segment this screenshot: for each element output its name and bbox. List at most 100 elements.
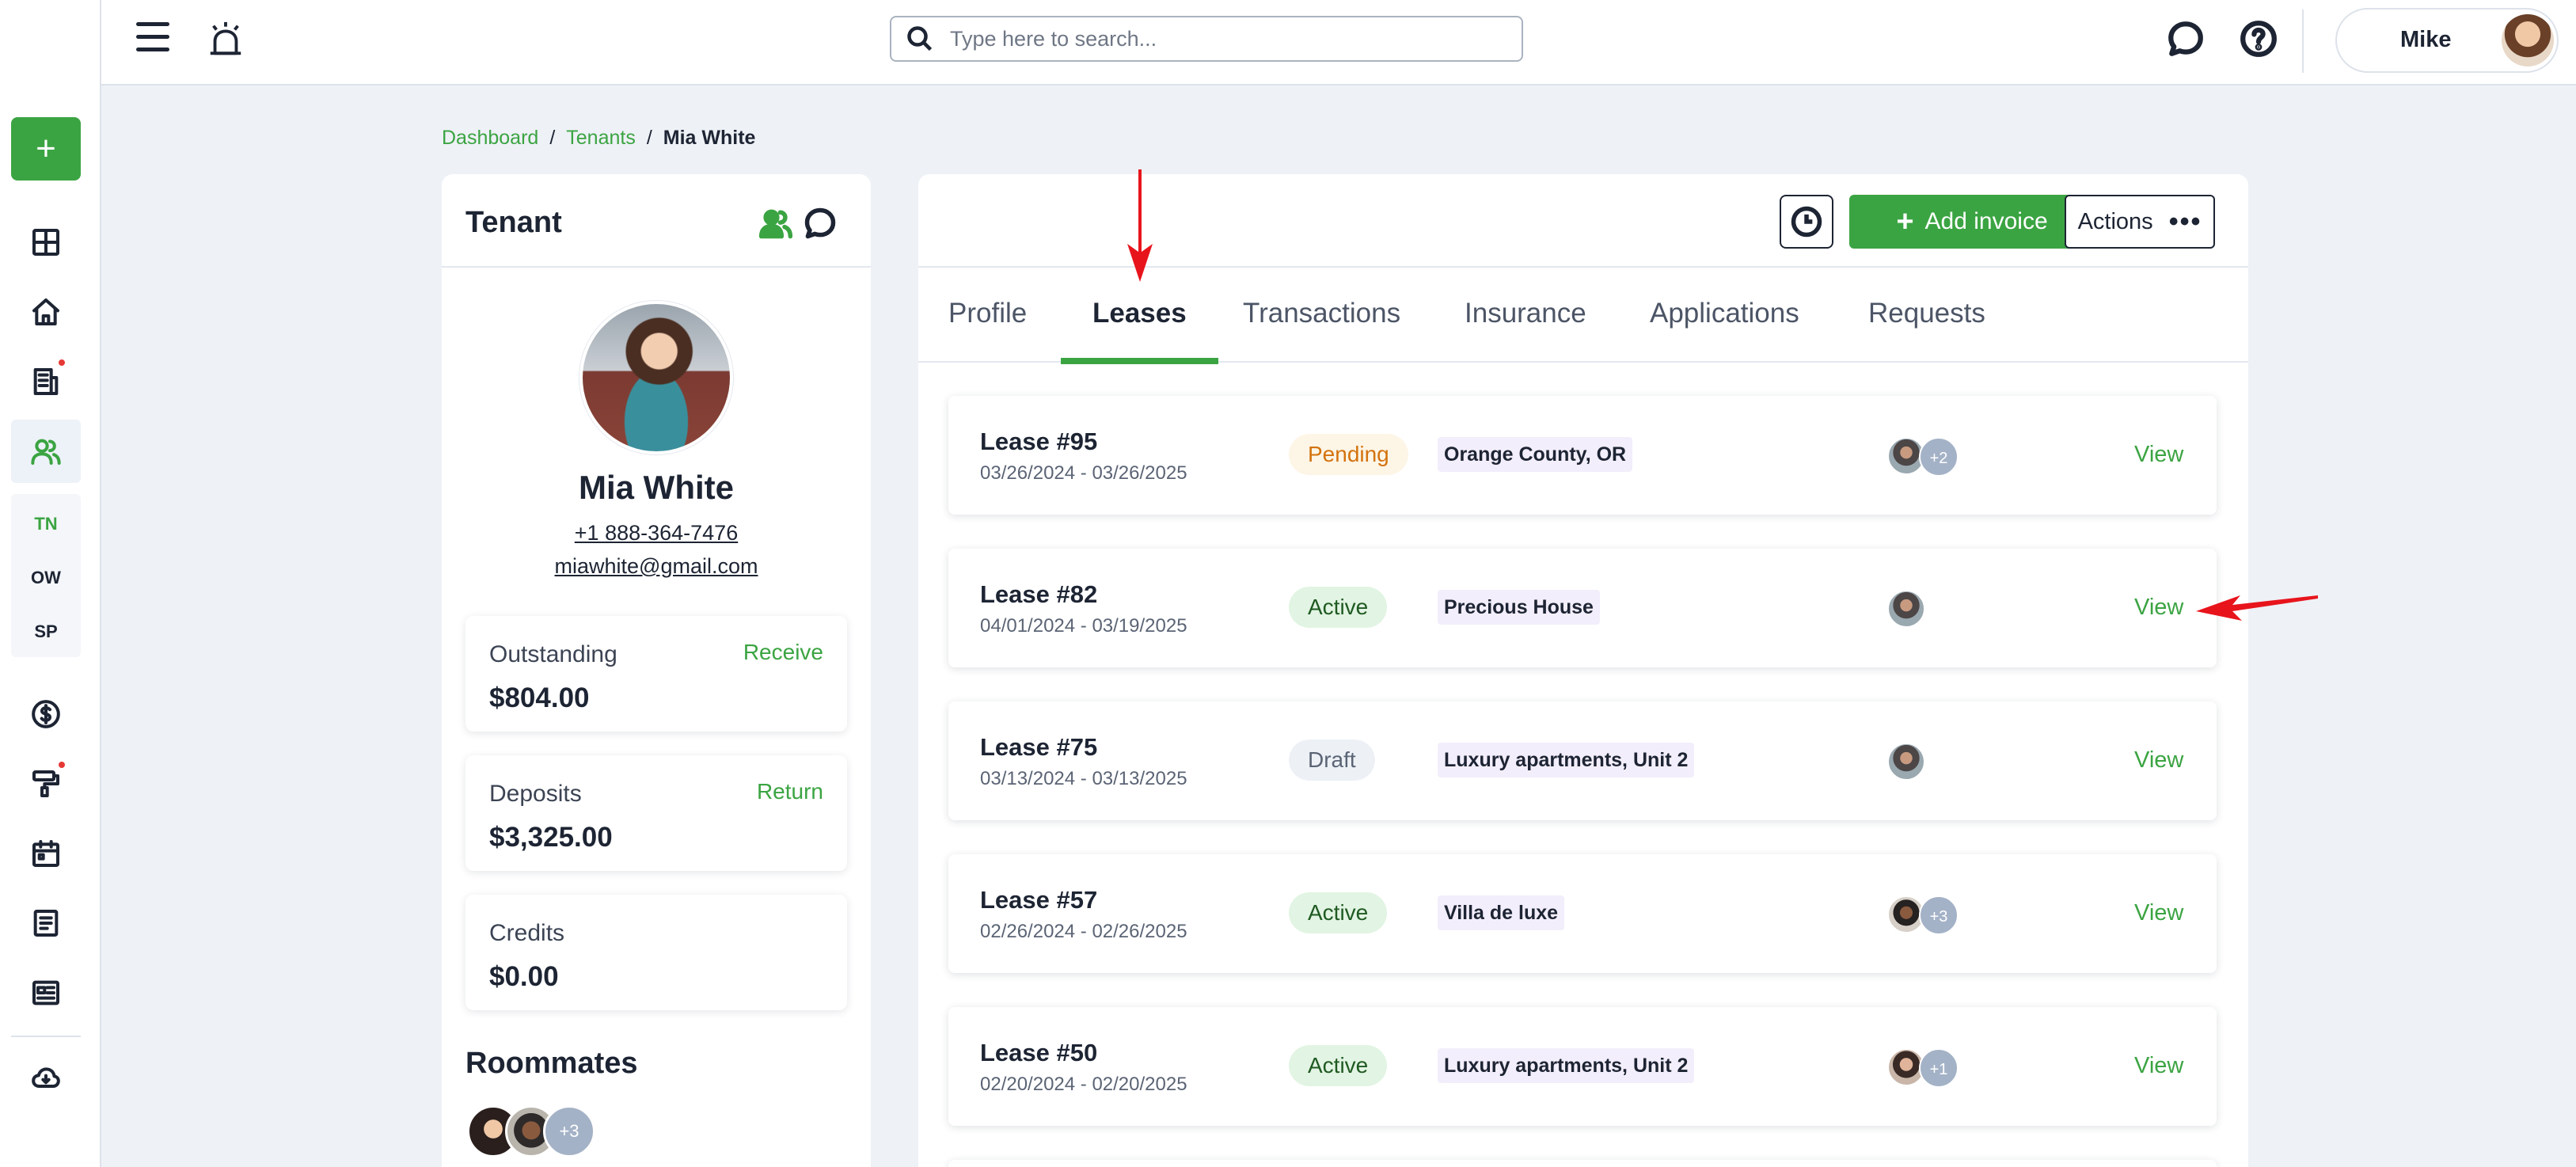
status-badge: Active — [1289, 587, 1388, 628]
messages-button[interactable] — [2166, 19, 2206, 59]
tenant-people-button[interactable] — [758, 206, 793, 241]
status-badge: Active — [1289, 892, 1388, 933]
lease-title: Lease #75 — [980, 733, 1098, 761]
search-input[interactable] — [950, 26, 1488, 51]
breadcrumb-separator: / — [646, 127, 652, 149]
calendar-icon — [32, 840, 59, 867]
lease-row[interactable]: Lease #50 02/20/2024 - 02/20/2025 Active… — [948, 1007, 2217, 1126]
people-icon — [758, 209, 793, 239]
sidebar-divider — [11, 1036, 81, 1037]
tab-profile[interactable]: Profile — [948, 269, 1027, 363]
lease-row[interactable]: Lease #95 03/26/2024 - 03/26/2025 Pendin… — [948, 396, 2217, 515]
tab-transactions[interactable]: Transactions — [1243, 269, 1400, 363]
credits-label: Credits — [489, 920, 565, 946]
add-invoice-button[interactable]: + Add invoice — [1849, 195, 2095, 249]
outstanding-box: Outstanding Receive $804.00 — [465, 616, 847, 732]
top-bar: Mike — [101, 0, 2576, 86]
lease-row[interactable]: Lease #75 03/13/2024 - 03/13/2025 Draft … — [948, 701, 2217, 820]
breadcrumb-current: Mia White — [663, 127, 756, 149]
deposits-label: Deposits — [489, 781, 582, 807]
sidebar-item-listings[interactable] — [11, 961, 81, 1024]
breadcrumb-separator: / — [549, 127, 556, 149]
search-bar[interactable] — [890, 16, 1523, 62]
sidebar-item-properties[interactable] — [11, 280, 81, 344]
submenu-service-pros[interactable]: SP — [11, 616, 81, 648]
tab-applications[interactable]: Applications — [1650, 269, 1799, 363]
user-name: Mike — [2400, 27, 2452, 52]
sidebar: + TN OW SP — [0, 0, 101, 1167]
view-lease-link[interactable]: View — [2134, 442, 2183, 468]
building-document-icon — [33, 368, 59, 395]
breadcrumb-dashboard[interactable]: Dashboard — [442, 127, 538, 149]
actions-button[interactable]: Actions ••• — [2065, 195, 2215, 249]
sidebar-item-documents[interactable] — [11, 891, 81, 955]
sidebar-item-reports[interactable] — [11, 350, 81, 413]
tenant-card-header: Tenant — [442, 174, 871, 268]
people-submenu: TN OW SP — [11, 494, 81, 657]
property-tag: Luxury apartments, Unit 2 — [1438, 1048, 1695, 1083]
alarm-icon[interactable] — [206, 19, 245, 60]
sidebar-item-calendar[interactable] — [11, 822, 81, 885]
avatar-more-count: +2 — [1919, 437, 1959, 477]
header-divider — [2302, 10, 2304, 73]
deposits-value: $3,325.00 — [489, 822, 613, 853]
menu-icon[interactable] — [136, 22, 173, 54]
property-tag: Precious House — [1438, 590, 1600, 625]
user-menu[interactable]: Mike — [2335, 8, 2559, 73]
lease-title: Lease #82 — [980, 580, 1098, 608]
return-link[interactable]: Return — [757, 779, 823, 804]
sidebar-item-maintenance[interactable] — [11, 752, 81, 815]
add-new-button[interactable]: + — [11, 117, 81, 181]
view-lease-link[interactable]: View — [2134, 747, 2183, 774]
submenu-tenants[interactable]: TN — [11, 508, 81, 540]
breadcrumb: Dashboard / Tenants / Mia White — [442, 127, 755, 150]
leases-panel: + Add invoice Actions ••• Profile Leases T… — [918, 174, 2248, 1167]
dashboard-grid-icon — [32, 229, 59, 256]
receive-link[interactable]: Receive — [743, 640, 823, 665]
lease-row[interactable] — [948, 1160, 2217, 1167]
status-badge: Draft — [1289, 739, 1375, 781]
newspaper-icon — [32, 980, 59, 1005]
sidebar-item-accounting[interactable] — [11, 682, 81, 746]
submenu-owners[interactable]: OW — [11, 562, 81, 594]
sidebar-item-people[interactable] — [11, 420, 81, 483]
credits-box: Credits $0.00 — [465, 895, 847, 1010]
plus-icon: + — [1896, 204, 1914, 238]
annotation-arrow-down — [1127, 169, 1153, 282]
help-button[interactable] — [2239, 19, 2278, 59]
tenant-avatar — [1887, 743, 1925, 781]
sidebar-item-cloud-sync[interactable] — [11, 1047, 81, 1110]
search-icon — [907, 26, 933, 51]
tab-requests[interactable]: Requests — [1868, 269, 1985, 363]
breadcrumb-tenants[interactable]: Tenants — [566, 127, 636, 149]
document-icon — [33, 910, 59, 937]
tenant-phone-link[interactable]: +1 888-364-7476 — [442, 521, 871, 545]
lease-dates: 03/26/2024 - 03/26/2025 — [980, 462, 1187, 484]
status-badge: Pending — [1289, 434, 1408, 475]
lease-dates: 03/13/2024 - 03/13/2025 — [980, 768, 1187, 789]
dollar-circle-icon — [32, 700, 60, 728]
view-lease-link[interactable]: View — [2134, 900, 2183, 926]
tenant-email-link[interactable]: miawhite@gmail.com — [442, 554, 871, 579]
tenant-avatar — [1887, 590, 1925, 628]
lease-row[interactable]: Lease #57 02/26/2024 - 02/26/2025 Active… — [948, 854, 2217, 973]
tab-insurance[interactable]: Insurance — [1465, 269, 1586, 363]
chat-bubble-icon — [804, 207, 836, 239]
paint-roller-icon — [32, 770, 59, 797]
avatar-more-count: +1 — [1919, 1048, 1959, 1088]
lease-dates: 02/26/2024 - 02/26/2025 — [980, 921, 1187, 942]
add-new-label: + — [36, 129, 56, 168]
lease-dates: 04/01/2024 - 03/19/2025 — [980, 615, 1187, 637]
roommates-more-count[interactable]: +3 — [543, 1105, 595, 1157]
sidebar-item-dashboard[interactable] — [11, 211, 81, 274]
view-lease-link[interactable]: View — [2134, 595, 2183, 621]
deposits-box: Deposits Return $3,325.00 — [465, 755, 847, 871]
help-circle-icon — [2240, 21, 2277, 57]
tenant-message-button[interactable] — [803, 206, 838, 241]
lease-row[interactable]: Lease #82 04/01/2024 - 03/19/2025 Active… — [948, 549, 2217, 667]
history-button[interactable] — [1780, 195, 1833, 249]
view-lease-link[interactable]: View — [2134, 1053, 2183, 1079]
outstanding-label: Outstanding — [489, 641, 617, 667]
property-tag: Orange County, OR — [1438, 437, 1633, 472]
more-dots-icon: ••• — [2168, 207, 2202, 237]
